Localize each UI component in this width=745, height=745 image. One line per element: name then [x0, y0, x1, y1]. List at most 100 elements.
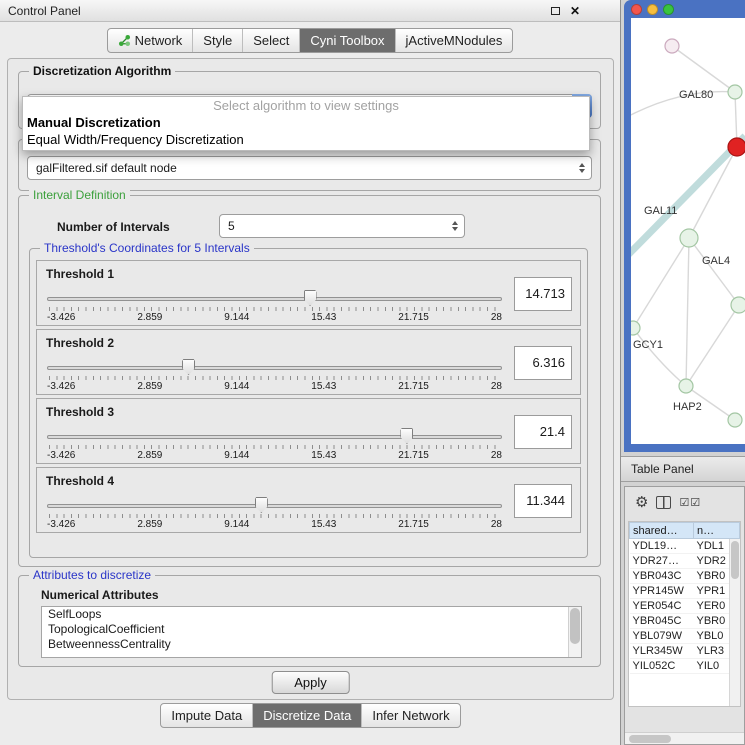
network-edge: [686, 305, 739, 386]
attribute-list-item[interactable]: BetweennessCentrality: [42, 637, 581, 652]
number-of-intervals-combobox[interactable]: 5: [219, 214, 465, 238]
slider-track[interactable]: [47, 297, 502, 301]
column-header[interactable]: shared…: [630, 523, 694, 539]
table-row[interactable]: YDL19…YDL1: [630, 539, 740, 554]
network-node[interactable]: [728, 85, 742, 99]
column-settings-icon[interactable]: [656, 496, 671, 509]
scrollbar-thumb[interactable]: [629, 735, 671, 743]
tab-label: Infer Network: [372, 708, 449, 723]
slider-thumb[interactable]: [182, 359, 195, 375]
network-node[interactable]: [731, 297, 745, 313]
table-row[interactable]: YBR043CYBR0: [630, 569, 740, 584]
apply-button[interactable]: Apply: [271, 671, 350, 694]
table-panel-toolbar: ⚙ ☑☑: [625, 487, 744, 517]
table-row[interactable]: YLR345WYLR3: [630, 644, 740, 659]
network-node[interactable]: [728, 138, 745, 156]
network-node[interactable]: [728, 413, 742, 427]
slider-track[interactable]: [47, 504, 502, 508]
table-row[interactable]: YPR145WYPR1: [630, 584, 740, 599]
tab-network[interactable]: Network: [108, 29, 193, 52]
combobox-arrows-icon[interactable]: [579, 163, 585, 173]
table-vertical-scrollbar[interactable]: [729, 539, 740, 706]
gear-icon[interactable]: ⚙: [635, 495, 648, 510]
table-cell[interactable]: YBL079W: [630, 629, 694, 644]
dropdown-option[interactable]: Equal Width/Frequency Discretization: [23, 131, 589, 148]
network-canvas[interactable]: GAL80GAL11GAL4GCY1HAP2: [631, 18, 745, 444]
checkbox-filter-icons[interactable]: ☑☑: [679, 496, 701, 509]
scale-label: 15.43: [311, 381, 336, 392]
network-node[interactable]: [679, 379, 693, 393]
threshold-value-field[interactable]: 21.4: [514, 415, 572, 449]
table-row[interactable]: YBL079WYBL0: [630, 629, 740, 644]
threshold-value-field[interactable]: 11.344: [514, 484, 572, 518]
attributes-scrollbar[interactable]: [568, 607, 581, 657]
tab-label: Style: [203, 33, 232, 48]
table-cell[interactable]: YDR27…: [630, 554, 694, 569]
table-row[interactable]: YDR27…YDR2: [630, 554, 740, 569]
threshold-value-field[interactable]: 14.713: [514, 277, 572, 311]
threshold-label: Threshold 4: [46, 474, 114, 488]
dropdown-option[interactable]: Manual Discretization: [23, 114, 589, 131]
table-cell[interactable]: YBR045C: [630, 614, 694, 629]
threshold-slider[interactable]: -3.4262.8599.14415.4321.71528: [47, 362, 502, 394]
close-window-icon[interactable]: ✕: [570, 4, 580, 18]
bottom-tab-discretize-data[interactable]: Discretize Data: [252, 704, 361, 727]
column-header[interactable]: n…: [694, 523, 740, 539]
tab-cyni-toolbox[interactable]: Cyni Toolbox: [299, 29, 394, 52]
scale-label: 28: [491, 519, 502, 530]
bottom-tab-segment: Impute DataDiscretize Data Infer Network: [160, 703, 460, 728]
spinner-arrows-icon[interactable]: [452, 221, 458, 231]
slider-thumb[interactable]: [255, 497, 268, 513]
tab-style[interactable]: Style: [192, 29, 242, 52]
numerical-attributes-list[interactable]: SelfLoopsTopologicalCoefficientBetweenne…: [41, 606, 582, 658]
table-cell[interactable]: YBR043C: [630, 569, 694, 584]
network-graph[interactable]: GAL80GAL11GAL4GCY1HAP2: [631, 18, 745, 444]
scrollbar-thumb[interactable]: [570, 608, 580, 644]
table-row[interactable]: YER054CYER0: [630, 599, 740, 614]
network-node[interactable]: [665, 39, 679, 53]
table-row[interactable]: YIL052CYIL0: [630, 659, 740, 674]
scale-label: -3.426: [47, 312, 75, 323]
table-row[interactable]: YBR045CYBR0: [630, 614, 740, 629]
table-cell[interactable]: YLR345W: [630, 644, 694, 659]
table-cell[interactable]: YPR145W: [630, 584, 694, 599]
table-data-combobox[interactable]: galFiltered.sif default node: [27, 156, 592, 180]
attribute-list-item[interactable]: TopologicalCoefficient: [42, 622, 581, 637]
slider-thumb[interactable]: [304, 290, 317, 306]
tab-select[interactable]: Select: [242, 29, 299, 52]
tab-jactivemnodules[interactable]: jActiveMNodules: [395, 29, 513, 52]
node-attribute-table[interactable]: shared…n…YDL19…YDL1YDR27…YDR2YBR043CYBR0…: [629, 522, 740, 674]
table-cell[interactable]: YIL052C: [630, 659, 694, 674]
table-cell[interactable]: YER054C: [630, 599, 694, 614]
table-panel: ⚙ ☑☑ shared…n…YDL19…YDL1YDR27…YDR2YBR043…: [624, 486, 745, 745]
slider-scale: -3.4262.8599.14415.4321.71528: [47, 381, 502, 392]
threshold-value-field[interactable]: 6.316: [514, 346, 572, 380]
screen: Control Panel ✕ NetworkStyleSelectCyni T…: [0, 0, 745, 745]
close-traffic-light[interactable]: [631, 4, 642, 15]
scale-label: 15.43: [311, 519, 336, 530]
threshold-slider[interactable]: -3.4262.8599.14415.4321.71528: [47, 293, 502, 325]
scale-label: -3.426: [47, 450, 75, 461]
threshold-slider[interactable]: -3.4262.8599.14415.4321.71528: [47, 500, 502, 532]
scale-label: 9.144: [224, 519, 249, 530]
slider-scale: -3.4262.8599.14415.4321.71528: [47, 519, 502, 530]
network-node[interactable]: [631, 321, 640, 335]
network-node[interactable]: [680, 229, 698, 247]
slider-thumb[interactable]: [400, 428, 413, 444]
scale-label: 21.715: [398, 381, 429, 392]
table-horizontal-scrollbar[interactable]: [625, 732, 744, 744]
slider-track[interactable]: [47, 435, 502, 439]
minimize-traffic-light[interactable]: [647, 4, 658, 15]
scale-label: 2.859: [137, 519, 162, 530]
scale-label: 21.715: [398, 450, 429, 461]
slider-track[interactable]: [47, 366, 502, 370]
bottom-tab-infer-network[interactable]: Infer Network: [361, 704, 459, 727]
scale-label: 28: [491, 312, 502, 323]
scrollbar-thumb[interactable]: [731, 541, 739, 579]
bottom-tab-impute-data[interactable]: Impute Data: [161, 704, 252, 727]
threshold-slider[interactable]: -3.4262.8599.14415.4321.71528: [47, 431, 502, 463]
zoom-traffic-light[interactable]: [663, 4, 674, 15]
attribute-list-item[interactable]: SelfLoops: [42, 607, 581, 622]
float-window-icon[interactable]: [551, 7, 560, 15]
table-cell[interactable]: YDL19…: [630, 539, 694, 554]
